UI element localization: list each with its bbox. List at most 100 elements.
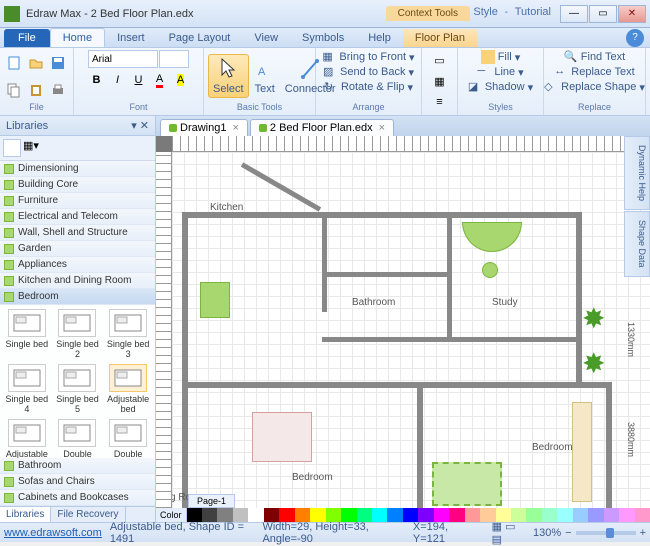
bed-shape[interactable] xyxy=(252,412,312,462)
color-swatch[interactable] xyxy=(248,508,263,522)
tab-page-layout[interactable]: Page Layout xyxy=(157,29,243,47)
category-bathroom[interactable]: Bathroom xyxy=(0,458,155,474)
color-swatch[interactable] xyxy=(465,508,480,522)
open-button[interactable] xyxy=(26,53,46,73)
align-button[interactable]: ▭ xyxy=(430,50,450,70)
plant-shape[interactable] xyxy=(582,302,612,332)
shape-single-bed-2[interactable]: Single bed 2 xyxy=(53,307,103,361)
color-swatch[interactable] xyxy=(403,508,418,522)
color-swatch[interactable] xyxy=(217,508,232,522)
color-swatch[interactable] xyxy=(310,508,325,522)
minimize-button[interactable]: — xyxy=(560,5,588,23)
close-button[interactable]: ✕ xyxy=(618,5,646,23)
doc-tab-drawing1[interactable]: Drawing1× xyxy=(160,119,248,136)
shape-single-bed-4[interactable]: Single bed 4 xyxy=(2,362,52,416)
shape-single-bed-5[interactable]: Single bed 5 xyxy=(53,362,103,416)
group-button[interactable]: ▦ xyxy=(430,71,450,91)
bring-front-button[interactable]: ▦Bring to Front ▾ xyxy=(320,50,416,64)
color-swatch[interactable] xyxy=(588,508,603,522)
close-tab-icon[interactable]: × xyxy=(379,122,385,134)
category-cabinets-and-bookcases[interactable]: Cabinets and Bookcases xyxy=(0,490,155,506)
fill-button[interactable]: Fill ▾ xyxy=(479,50,523,64)
color-swatch[interactable] xyxy=(496,508,511,522)
color-swatch[interactable] xyxy=(233,508,248,522)
color-swatch[interactable] xyxy=(187,508,202,522)
zoom-slider[interactable] xyxy=(576,531,636,535)
tab-floor-plan[interactable]: Floor Plan xyxy=(403,29,477,47)
text-tool[interactable]: A Text xyxy=(251,55,279,97)
library-search[interactable] xyxy=(3,139,21,157)
website-link[interactable]: www.edrawsoft.com xyxy=(4,527,102,539)
panel-shape-data[interactable]: Shape Data xyxy=(624,211,650,277)
selected-bed-shape[interactable] xyxy=(432,462,502,506)
color-swatch[interactable] xyxy=(372,508,387,522)
shape-single-bed[interactable]: Single bed xyxy=(2,307,52,361)
tab-help[interactable]: Help xyxy=(356,29,403,47)
category-furniture[interactable]: Furniture xyxy=(0,193,155,209)
tab-insert[interactable]: Insert xyxy=(105,29,157,47)
color-swatch[interactable] xyxy=(573,508,588,522)
zoom-out-icon[interactable]: − xyxy=(565,527,571,539)
style-link[interactable]: Style xyxy=(473,6,497,18)
print-button[interactable] xyxy=(48,80,68,100)
color-swatch[interactable] xyxy=(202,508,217,522)
page-tab[interactable]: Page-1 xyxy=(188,494,235,508)
color-swatch[interactable] xyxy=(357,508,372,522)
save-button[interactable] xyxy=(48,53,68,73)
color-swatch[interactable] xyxy=(511,508,526,522)
color-swatch[interactable] xyxy=(526,508,541,522)
send-back-button[interactable]: ▨Send to Back ▾ xyxy=(321,65,416,79)
help-icon[interactable]: ? xyxy=(626,29,644,47)
color-swatch[interactable] xyxy=(449,508,464,522)
category-electrical-and-telecom[interactable]: Electrical and Telecom xyxy=(0,209,155,225)
color-swatch[interactable] xyxy=(542,508,557,522)
rotate-flip-button[interactable]: ↻Rotate & Flip ▾ xyxy=(322,80,415,94)
desk-shape[interactable] xyxy=(462,222,522,252)
shape-double-bed-2[interactable]: Double bed 2 xyxy=(103,417,153,458)
tab-symbols[interactable]: Symbols xyxy=(290,29,356,47)
horizontal-ruler[interactable] xyxy=(172,136,650,152)
color-swatch[interactable] xyxy=(434,508,449,522)
color-swatch[interactable] xyxy=(418,508,433,522)
tutorial-link[interactable]: Tutorial xyxy=(515,6,551,18)
find-text-button[interactable]: 🔍Find Text xyxy=(562,50,627,64)
color-swatch[interactable] xyxy=(557,508,572,522)
color-swatch[interactable] xyxy=(619,508,634,522)
color-swatch[interactable] xyxy=(480,508,495,522)
font-color-button[interactable]: A xyxy=(150,70,170,90)
category-wall-shell-and-structure[interactable]: Wall, Shell and Structure xyxy=(0,225,155,241)
line-button[interactable]: ─Line ▾ xyxy=(475,65,525,79)
wardrobe-shape[interactable] xyxy=(572,402,592,502)
shape-double-bed[interactable]: Double bed xyxy=(53,417,103,458)
color-swatch[interactable] xyxy=(604,508,619,522)
new-button[interactable] xyxy=(4,53,24,73)
vertical-ruler[interactable] xyxy=(156,152,172,508)
category-appliances[interactable]: Appliances xyxy=(0,257,155,273)
category-building-core[interactable]: Building Core xyxy=(0,177,155,193)
distribute-button[interactable]: ≡ xyxy=(430,92,450,112)
underline-button[interactable]: U xyxy=(129,70,149,90)
copy-button[interactable] xyxy=(4,80,24,100)
shape-adjustable-bed-2[interactable]: Adjustable bed 2 xyxy=(2,417,52,458)
paste-button[interactable] xyxy=(26,80,46,100)
sidebar-tab-libraries[interactable]: Libraries xyxy=(0,507,51,522)
shadow-button[interactable]: ◪Shadow ▾ xyxy=(466,80,535,94)
shape-single-bed-3[interactable]: Single bed 3 xyxy=(103,307,153,361)
replace-text-button[interactable]: ↔Replace Text xyxy=(552,65,636,79)
zoom-in-icon[interactable]: + xyxy=(640,527,646,539)
library-dropdown-icon[interactable]: ▾ ✕ xyxy=(131,119,149,132)
category-bedroom[interactable]: Bedroom xyxy=(0,289,155,305)
italic-button[interactable]: I xyxy=(108,70,128,90)
select-tool[interactable]: Select xyxy=(208,54,249,98)
color-swatch[interactable] xyxy=(264,508,279,522)
color-swatch[interactable] xyxy=(326,508,341,522)
category-kitchen-and-dining-room[interactable]: Kitchen and Dining Room xyxy=(0,273,155,289)
table-shape[interactable] xyxy=(200,282,230,318)
chair-shape[interactable] xyxy=(482,262,498,278)
color-swatch[interactable] xyxy=(341,508,356,522)
font-size-combo[interactable] xyxy=(159,50,189,68)
zoom-control[interactable]: 130% − + xyxy=(533,527,646,539)
replace-shape-button[interactable]: ◇Replace Shape ▾ xyxy=(542,80,647,94)
color-swatch[interactable] xyxy=(387,508,402,522)
close-tab-icon[interactable]: × xyxy=(232,122,238,134)
